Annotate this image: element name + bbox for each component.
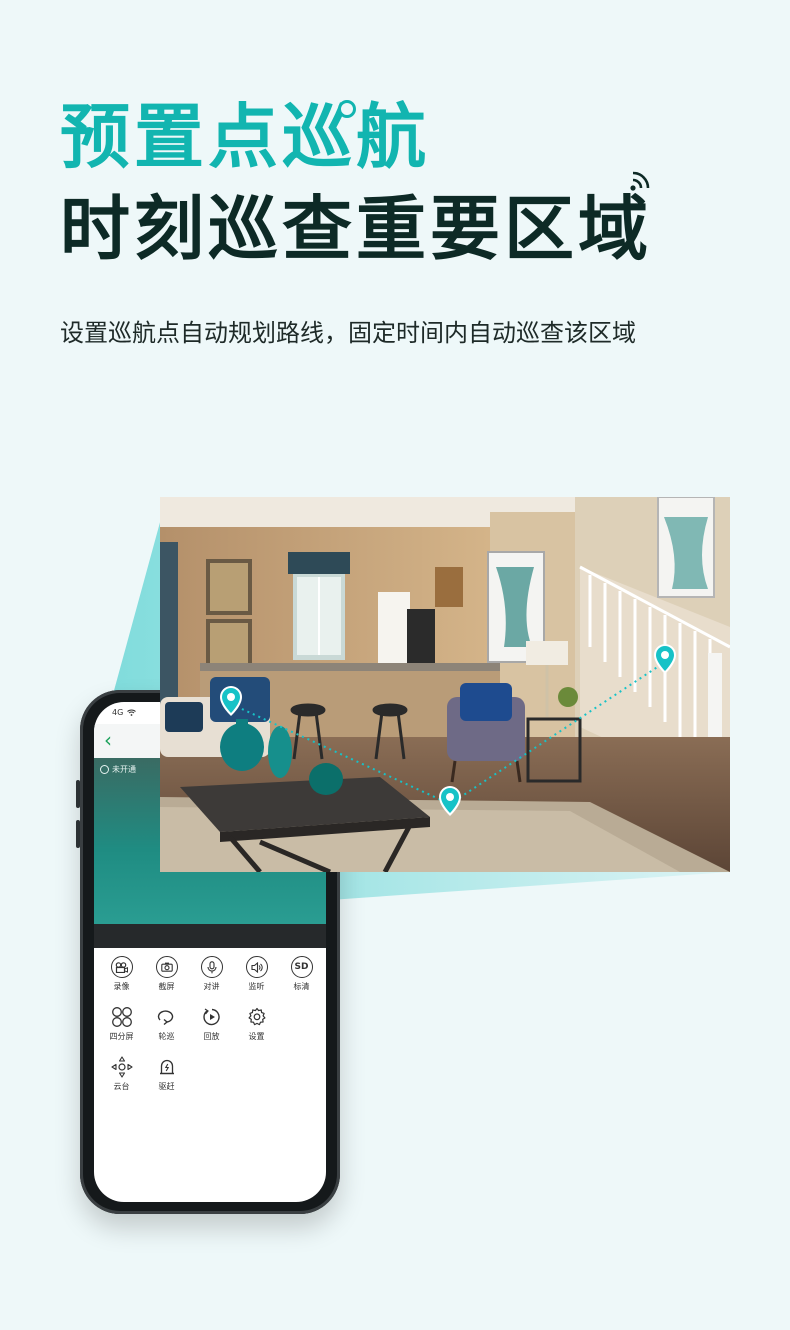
listen-button[interactable]: 监听 [234, 954, 279, 992]
quad-screen-button[interactable]: 四分屏 [99, 1004, 144, 1042]
clock-icon [100, 765, 109, 774]
video-toolbar [94, 924, 326, 948]
patrol-loop-icon [157, 1004, 177, 1030]
listen-label: 监听 [248, 982, 265, 991]
ptz-button[interactable]: 云台 [99, 1054, 144, 1092]
ptz-direction-icon [110, 1054, 133, 1080]
sd-icon: SD [290, 956, 313, 978]
chevron-left-icon[interactable]: ‹ [104, 728, 112, 752]
quad-screen-label: 四分屏 [109, 1032, 134, 1041]
sd-quality-button[interactable]: SD 标清 [279, 954, 324, 992]
video-record-icon [110, 956, 133, 978]
gear-icon [247, 1004, 267, 1030]
patrol-button[interactable]: 轮巡 [144, 1004, 189, 1042]
control-panel: 录像 截屏 对讲 监听 SD 标清 四分屏 轮巡 回放 设置 云台 驱赶 [94, 954, 326, 1104]
settings-button[interactable]: 设置 [234, 1004, 279, 1042]
microphone-icon [200, 956, 223, 978]
screenshot-button[interactable]: 截屏 [144, 954, 189, 992]
record-button[interactable]: 录像 [99, 954, 144, 992]
quad-screen-icon [111, 1004, 133, 1030]
phone-volume-button [76, 780, 80, 808]
control-row: 四分屏 轮巡 回放 设置 [94, 1004, 326, 1042]
sd-quality-label: 标清 [293, 982, 310, 991]
playback-button[interactable]: 回放 [189, 1004, 234, 1042]
deterrent-label: 驱赶 [158, 1082, 175, 1091]
map-pin-icon [439, 786, 461, 816]
network-label: 4G [112, 708, 124, 717]
wifi-icon [127, 709, 137, 716]
deterrent-button[interactable]: 驱赶 [144, 1054, 189, 1092]
playback-icon [202, 1004, 222, 1030]
patrol-label: 轮巡 [158, 1032, 175, 1041]
screenshot-label: 截屏 [158, 982, 175, 991]
status-bar: 4G [112, 708, 137, 717]
ptz-label: 云台 [113, 1082, 130, 1091]
map-pin-icon [654, 644, 676, 674]
phone-volume-button [76, 820, 80, 848]
camera-icon [155, 956, 178, 978]
sd-glyph: SD [294, 962, 309, 972]
control-row: 录像 截屏 对讲 监听 SD 标清 [94, 954, 326, 992]
service-status-label: 未开通 [112, 765, 136, 774]
intercom-button[interactable]: 对讲 [189, 954, 234, 992]
intercom-label: 对讲 [203, 982, 220, 991]
control-row: 云台 驱赶 [94, 1054, 326, 1092]
map-pin-icon [220, 686, 242, 716]
alarm-light-icon [159, 1054, 175, 1080]
playback-label: 回放 [203, 1032, 220, 1041]
settings-label: 设置 [248, 1032, 265, 1041]
service-status: 未开通 [100, 764, 136, 775]
record-label: 录像 [113, 982, 130, 991]
speaker-icon [245, 956, 268, 978]
living-room-camera-view [160, 497, 730, 872]
